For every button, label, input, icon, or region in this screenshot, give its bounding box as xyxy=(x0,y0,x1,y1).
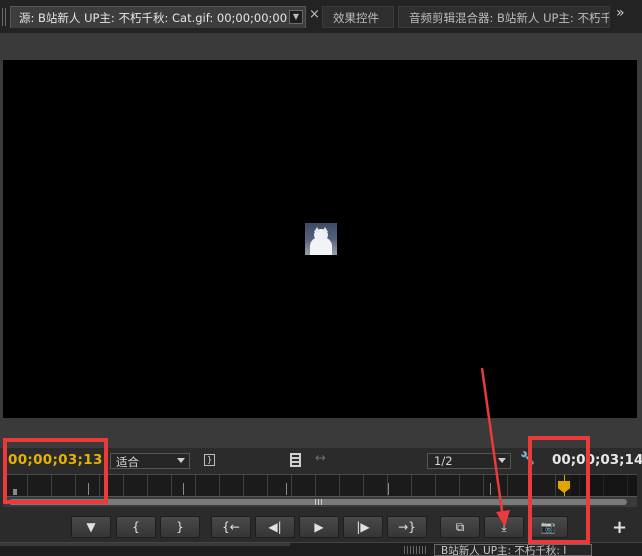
tab-timeline-sequence-label: B站新人 UP主: 不朽千秋: Ⅰ xyxy=(441,545,567,556)
playback-resolution-value: 1/2 xyxy=(434,454,453,468)
annotation-box-export-frame xyxy=(528,436,590,544)
mark-in-icon: { xyxy=(132,520,140,534)
overflow-menu-icon[interactable]: » xyxy=(616,5,625,21)
chevron-down-icon[interactable]: ▼ xyxy=(289,10,303,24)
tab-effect-controls[interactable]: 效果控件 xyxy=(322,6,394,28)
overwrite-button[interactable]: ⤓ xyxy=(484,516,524,538)
ruler-major-tick xyxy=(490,483,491,495)
zoom-fit-select[interactable]: 适合 xyxy=(110,453,190,469)
chevron-down-icon xyxy=(177,458,185,463)
go-to-out-button[interactable]: →} xyxy=(387,516,427,538)
mark-out-icon: } xyxy=(176,520,184,534)
overwrite-icon: ⤓ xyxy=(501,520,507,534)
button-editor-plus-icon[interactable]: + xyxy=(612,519,627,537)
mark-in-button[interactable]: { xyxy=(116,516,156,538)
ruler-major-tick xyxy=(183,483,184,495)
panel-tab-bar: 源: B站新人 UP主: 不朽千秋: Cat.gif: 00;00;00;00 … xyxy=(0,0,642,33)
go-to-out-icon: →} xyxy=(398,520,416,534)
panel-grip-icon[interactable] xyxy=(2,8,8,26)
play-icon: ▶ xyxy=(314,520,324,534)
ruler-major-tick xyxy=(286,483,287,495)
tab-effect-controls-label: 效果控件 xyxy=(333,11,379,25)
tab-audio-clip-mixer[interactable]: 音频剪辑混合器: B站新人 UP主: 不朽千秋 xyxy=(398,6,610,28)
zoom-scrollbar-grip[interactable] xyxy=(315,499,323,505)
insert-icon: ⧉ xyxy=(455,520,465,534)
playback-resolution-select[interactable]: 1/2 xyxy=(427,453,511,469)
chevron-down-icon xyxy=(498,458,506,463)
step-forward-button[interactable]: |▶ xyxy=(343,516,383,538)
tab-source-monitor[interactable]: 源: B站新人 UP主: 不朽千秋: Cat.gif: 00;00;00;00 … xyxy=(10,6,306,28)
film-strip-icon[interactable] xyxy=(290,453,301,467)
zoom-fit-value: 适合 xyxy=(116,455,139,469)
mark-out-button[interactable]: } xyxy=(160,516,200,538)
step-back-button[interactable]: ◀| xyxy=(255,516,295,538)
add-marker-button[interactable]: ▼ xyxy=(71,516,111,538)
close-icon[interactable]: × xyxy=(309,7,320,22)
tab-timeline-sequence[interactable]: B站新人 UP主: 不朽千秋: Ⅰ xyxy=(434,544,592,556)
step-back-icon: ◀| xyxy=(268,520,282,534)
annotation-box-current-timecode xyxy=(3,438,108,504)
settings-bracket-icon[interactable]: } xyxy=(204,454,215,466)
lower-panel-strip: B站新人 UP主: 不朽千秋: Ⅰ xyxy=(0,542,642,556)
tab-audio-clip-mixer-label: 音频剪辑混合器: B站新人 UP主: 不朽千秋 xyxy=(409,11,610,25)
go-to-in-icon: {← xyxy=(222,520,240,534)
ruler-major-tick xyxy=(388,483,389,495)
tab-source-label: 源: B站新人 UP主: 不朽千秋: Cat.gif: 00;00;00;00 xyxy=(19,11,288,25)
play-button[interactable]: ▶ xyxy=(299,516,339,538)
insert-button[interactable]: ⧉ xyxy=(440,516,480,538)
audio-video-toggle-icon[interactable]: ↔ xyxy=(315,451,326,466)
go-to-in-button[interactable]: {← xyxy=(211,516,251,538)
video-preview[interactable] xyxy=(3,60,637,418)
step-forward-icon: |▶ xyxy=(356,520,370,534)
marker-icon: ▼ xyxy=(86,520,96,534)
panel-divider xyxy=(0,543,290,546)
cat-image-thumbnail xyxy=(305,223,337,255)
panel-grip-icon[interactable] xyxy=(404,546,426,554)
